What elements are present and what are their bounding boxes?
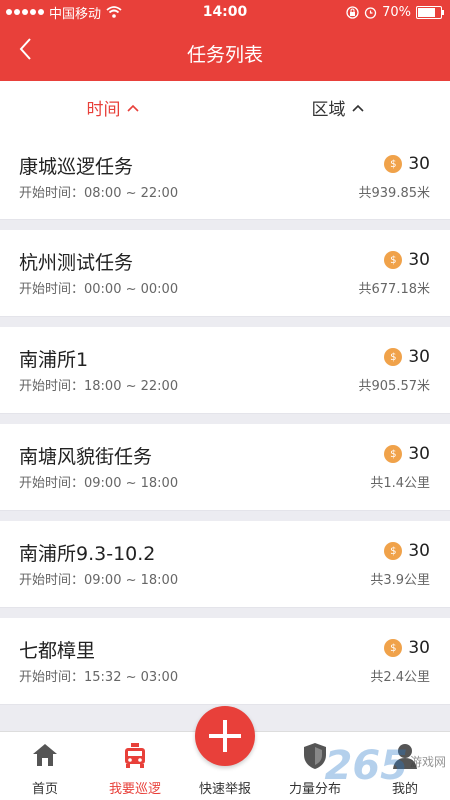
filter-area[interactable]: 区域 bbox=[225, 81, 450, 134]
task-start-time: 开始时间：18:00 ~ 22:00 bbox=[19, 379, 179, 394]
task-start-time: 开始时间：08:00 ~ 22:00 bbox=[19, 186, 179, 201]
task-start-time: 开始时间：09:00 ~ 18:00 bbox=[19, 573, 179, 588]
chevron-up-icon bbox=[126, 104, 139, 112]
coin-icon: $ bbox=[384, 251, 403, 269]
filter-time[interactable]: 时间 bbox=[0, 81, 225, 134]
reward-value: 30 bbox=[408, 154, 430, 174]
task-name: 七都樟里 bbox=[19, 640, 96, 662]
watermark-text: 游戏网 bbox=[409, 755, 446, 769]
battery-icon bbox=[416, 5, 444, 19]
task-card[interactable]: 杭州测试任务 开始时间：00:00 ~ 00:00 $30 共677.18米 bbox=[0, 230, 450, 317]
coin-icon: $ bbox=[384, 542, 403, 560]
page-title: 任务列表 bbox=[186, 44, 263, 66]
coin-icon: $ bbox=[384, 445, 403, 463]
coin-icon: $ bbox=[384, 348, 403, 366]
task-distance: 共3.9公里 bbox=[370, 573, 430, 588]
watermark: 265 游戏网 bbox=[324, 746, 446, 786]
task-distance: 共1.4公里 bbox=[370, 476, 430, 491]
tab-home[interactable]: 首页 bbox=[0, 732, 90, 800]
patrol-car-icon bbox=[125, 743, 145, 768]
task-card[interactable]: 南浦所1 开始时间：18:00 ~ 22:00 $30 共905.57米 bbox=[0, 327, 450, 414]
tab-patrol-label: 我要巡逻 bbox=[108, 782, 161, 797]
filter-area-label: 区域 bbox=[311, 100, 346, 120]
task-card[interactable]: 南塘风貌街任务 开始时间：09:00 ~ 18:00 $30 共1.4公里 bbox=[0, 424, 450, 511]
status-right: 70% bbox=[346, 4, 444, 20]
task-reward: $30 bbox=[384, 347, 430, 367]
coin-icon: $ bbox=[384, 155, 403, 173]
nav-bar: 任务列表 bbox=[0, 24, 450, 81]
task-card[interactable]: 七都樟里 开始时间：15:32 ~ 03:00 $30 共2.4公里 bbox=[0, 618, 450, 705]
task-distance: 共677.18米 bbox=[358, 282, 431, 297]
task-reward: $30 bbox=[384, 444, 430, 464]
tab-quick-report-label: 快速举报 bbox=[198, 782, 251, 797]
task-reward: $30 bbox=[384, 638, 430, 658]
reward-value: 30 bbox=[408, 541, 430, 561]
task-name: 南浦所1 bbox=[19, 349, 89, 371]
home-icon bbox=[33, 744, 57, 766]
task-name: 杭州测试任务 bbox=[19, 252, 134, 274]
task-start-time: 开始时间：15:32 ~ 03:00 bbox=[19, 670, 179, 685]
task-start-time: 开始时间：09:00 ~ 18:00 bbox=[19, 476, 179, 491]
coin-icon: $ bbox=[384, 639, 403, 657]
task-name: 南浦所9.3-10.2 bbox=[19, 543, 156, 565]
task-name: 南塘风貌街任务 bbox=[19, 446, 153, 468]
reward-value: 30 bbox=[408, 444, 430, 464]
task-card[interactable]: 南浦所9.3-10.2 开始时间：09:00 ~ 18:00 $30 共3.9公… bbox=[0, 521, 450, 608]
task-card[interactable]: 康城巡逻任务 开始时间：08:00 ~ 22:00 $30 共939.85米 bbox=[0, 134, 450, 220]
filter-bar: 时间 区域 bbox=[0, 81, 450, 135]
tab-patrol[interactable]: 我要巡逻 bbox=[90, 732, 180, 800]
plus-icon[interactable] bbox=[195, 706, 255, 766]
tab-quick-report[interactable]: 快速举报 bbox=[180, 706, 270, 800]
task-list: 康城巡逻任务 开始时间：08:00 ~ 22:00 $30 共939.85米 杭… bbox=[0, 134, 450, 705]
task-distance: 共905.57米 bbox=[358, 379, 431, 394]
task-start-time: 开始时间：00:00 ~ 00:00 bbox=[19, 282, 179, 297]
reward-value: 30 bbox=[408, 250, 430, 270]
chevron-up-icon bbox=[351, 104, 364, 112]
task-reward: $30 bbox=[384, 541, 430, 561]
task-distance: 共939.85米 bbox=[358, 186, 431, 201]
task-distance: 共2.4公里 bbox=[370, 670, 430, 685]
filter-time-label: 时间 bbox=[86, 100, 121, 120]
battery-percent: 70% bbox=[382, 4, 411, 20]
reward-value: 30 bbox=[408, 347, 430, 367]
task-reward: $30 bbox=[384, 154, 430, 174]
reward-value: 30 bbox=[408, 638, 430, 658]
task-reward: $30 bbox=[384, 250, 430, 270]
watermark-number: 265 bbox=[324, 743, 408, 789]
tab-home-label: 首页 bbox=[31, 782, 58, 797]
task-name: 康城巡逻任务 bbox=[19, 156, 134, 178]
status-bar: 中国移动 14:00 70% bbox=[0, 0, 450, 24]
alarm-icon bbox=[364, 6, 377, 19]
lock-rotation-icon bbox=[346, 5, 359, 19]
